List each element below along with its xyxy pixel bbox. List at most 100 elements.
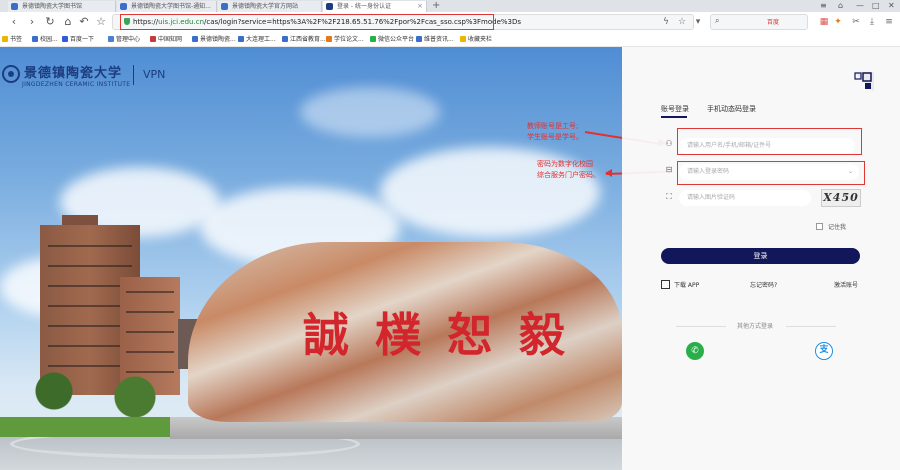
bookmark-icon: [192, 36, 198, 42]
tab-favicon-icon: [326, 3, 333, 10]
search-engine-label: 百度: [767, 19, 780, 26]
bookmark-label: 微信公众平台: [378, 36, 415, 43]
tab-title: 景德镇陶瓷大学图书馆: [22, 3, 83, 10]
qr-login-icon[interactable]: [852, 70, 874, 92]
window-row: [126, 291, 174, 293]
tab-title: 登录 - 统一身份认证: [337, 3, 391, 10]
school-name-en: JINGDEZHEN CERAMIC INSTITUTE: [22, 81, 131, 88]
window-row: [48, 265, 132, 267]
menu-icon[interactable]: ≡: [820, 0, 827, 12]
bookmark-item[interactable]: 管理中心: [108, 33, 140, 46]
reload-icon[interactable]: ↻: [42, 14, 58, 30]
minimize-icon[interactable]: —: [856, 0, 864, 12]
user-icon: ⚇: [665, 139, 673, 148]
annotation-line: 教师账号是工号;: [527, 122, 579, 130]
captcha-image[interactable]: X450: [821, 189, 861, 207]
bookmark-label: 书签: [10, 36, 23, 43]
bookmark-icon: [460, 36, 466, 42]
activate-account-link[interactable]: 激活账号: [834, 280, 858, 289]
arrowhead-icon: [605, 169, 612, 177]
remember-me-checkbox[interactable]: [816, 223, 823, 230]
forward-icon[interactable]: ›: [24, 14, 40, 30]
browser-tab-bar: 景德镇陶瓷大学图书馆 景德镇陶瓷大学图书馆-通知... 景德镇陶瓷大学官方网站 …: [0, 0, 900, 12]
divider: [786, 326, 836, 327]
more-menu-icon[interactable]: ≡: [883, 16, 895, 28]
annotation-line: 学生账号是学号。: [527, 133, 583, 141]
bookmark-label: 江西省教育...: [290, 36, 326, 43]
window-row: [126, 331, 174, 333]
active-tab-indicator: [661, 116, 687, 118]
dropdown-icon[interactable]: ▾: [692, 16, 704, 28]
annotation-line: 密码为数字化校园: [537, 160, 593, 168]
tab-account-login[interactable]: 账号登录: [661, 104, 689, 114]
bookmark-label: 大连理工...: [246, 36, 276, 43]
browser-toolbar: ‹ › ↻ ⌂ ↶ ☆ https://uis.jci.edu.cn/cas/l…: [0, 12, 900, 34]
bookmark-item[interactable]: 校园...: [32, 33, 58, 46]
system-label: VPN: [143, 68, 166, 81]
bookmark-icon: [150, 36, 156, 42]
game-icon[interactable]: ✦: [832, 16, 844, 28]
school-seal-icon: [2, 65, 20, 83]
account-annotation: 教师账号是工号; 学生账号是学号。: [527, 121, 583, 143]
close-window-icon[interactable]: ✕: [888, 0, 895, 12]
bookmark-item[interactable]: 收藏夹栏: [460, 33, 492, 46]
bookmarks-bar: 书签 校园... 百度一下 管理中心 中国知网 景德镇陶瓷... 大连理工...…: [0, 33, 900, 47]
home-icon[interactable]: ⌂: [60, 14, 76, 30]
window-row: [126, 311, 174, 313]
scissors-icon[interactable]: ✂: [850, 16, 862, 28]
search-box[interactable]: ⌕ 百度: [710, 14, 808, 30]
bookmark-icon: [62, 36, 68, 42]
back-icon[interactable]: ‹: [6, 14, 22, 30]
bookmark-label: 收藏夹栏: [468, 36, 493, 43]
password-highlight-box: [677, 161, 865, 185]
bookmark-item[interactable]: 江西省教育...: [282, 33, 326, 46]
bookmark-label: 景德镇陶瓷...: [200, 36, 236, 43]
bookmark-item[interactable]: 书签: [2, 33, 22, 46]
browser-tab[interactable]: 景德镇陶瓷大学图书馆-通知...: [117, 1, 217, 12]
browser-tab[interactable]: 景德镇陶瓷大学图书馆: [8, 1, 116, 12]
bookmark-label: 百度一下: [70, 36, 95, 43]
school-name-cn: 景德镇陶瓷大学: [24, 66, 123, 81]
favorite-star-icon[interactable]: ☆: [93, 14, 109, 30]
search-icon: ⌕: [715, 16, 720, 25]
bookmark-item[interactable]: 维普资讯...: [416, 33, 454, 46]
browser-tab[interactable]: 景德镇陶瓷大学官方网站: [218, 1, 322, 12]
window-row: [48, 245, 132, 247]
password-annotation: 密码为数字化校园 综合服务门户密码。: [537, 159, 600, 181]
forgot-password-link[interactable]: 忘记密码?: [750, 280, 777, 289]
bookmark-item[interactable]: 微信公众平台: [370, 33, 414, 46]
apps-icon[interactable]: ▦: [818, 16, 830, 28]
lightning-icon[interactable]: ϟ: [660, 16, 672, 28]
captcha-input[interactable]: 请输入图片验证码: [679, 190, 811, 206]
bookmark-item[interactable]: 大连理工...: [238, 33, 276, 46]
username-highlight-box: [677, 128, 862, 155]
bookmark-item[interactable]: 景德镇陶瓷...: [192, 33, 236, 46]
bookmark-star-icon[interactable]: ☆: [676, 16, 688, 28]
bookmark-item[interactable]: 百度一下: [62, 33, 94, 46]
tab-favicon-icon: [11, 3, 18, 10]
bookmark-item[interactable]: 学位论文...: [326, 33, 364, 46]
tab-title: 景德镇陶瓷大学图书馆-通知...: [131, 3, 211, 10]
tab-close-icon[interactable]: ×: [417, 1, 423, 12]
wechat-login-icon[interactable]: ✆: [686, 342, 704, 360]
skin-icon[interactable]: ⌂: [838, 0, 843, 12]
bookmark-label: 中国知网: [158, 36, 183, 43]
tab-sms-login[interactable]: 手机动态码登录: [707, 104, 756, 114]
lock-icon: ⊟: [665, 165, 673, 174]
undo-icon[interactable]: ↶: [76, 14, 92, 30]
logo-divider: [133, 65, 134, 85]
download-app-icon[interactable]: [661, 280, 670, 289]
tab-favicon-icon: [120, 3, 127, 10]
new-tab-button[interactable]: +: [432, 0, 440, 12]
browser-tab-active[interactable]: 登录 - 统一身份认证 ×: [323, 1, 427, 12]
bookmark-item[interactable]: 中国知网: [150, 33, 182, 46]
download-app-link[interactable]: 下载 APP: [674, 280, 699, 289]
download-icon[interactable]: ⤓: [866, 16, 878, 28]
bookmark-label: 管理中心: [116, 36, 141, 43]
maximize-icon[interactable]: □: [872, 0, 880, 12]
tab-title: 景德镇陶瓷大学官方网站: [232, 3, 299, 10]
login-button[interactable]: 登录: [661, 248, 860, 264]
annotation-line: 综合服务门户密码。: [537, 171, 600, 179]
remember-me-label[interactable]: 记住我: [828, 222, 846, 231]
alipay-login-icon[interactable]: 支: [815, 342, 833, 360]
